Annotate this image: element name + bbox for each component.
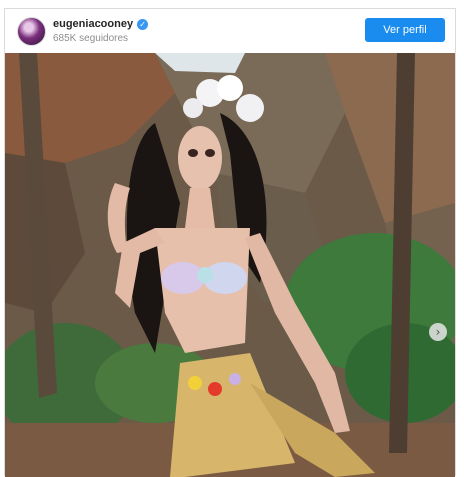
post-image[interactable]: › [5, 53, 455, 477]
username[interactable]: eugeniacooney [53, 18, 133, 30]
verified-badge-icon: ✓ [137, 18, 149, 30]
follower-count: 685K seguidores [53, 33, 129, 44]
chevron-right-icon: › [435, 325, 441, 339]
post-photo-illustration [5, 53, 455, 477]
instagram-post-card: eugeniacooney ✓ 685K seguidores Ver perf… [4, 8, 456, 477]
post-header: eugeniacooney ✓ 685K seguidores Ver perf… [5, 9, 455, 53]
view-profile-button[interactable]: Ver perfil [365, 18, 445, 42]
avatar[interactable] [17, 17, 46, 46]
next-image-button[interactable]: › [429, 323, 447, 341]
username-row: eugeniacooney ✓ [53, 18, 149, 30]
